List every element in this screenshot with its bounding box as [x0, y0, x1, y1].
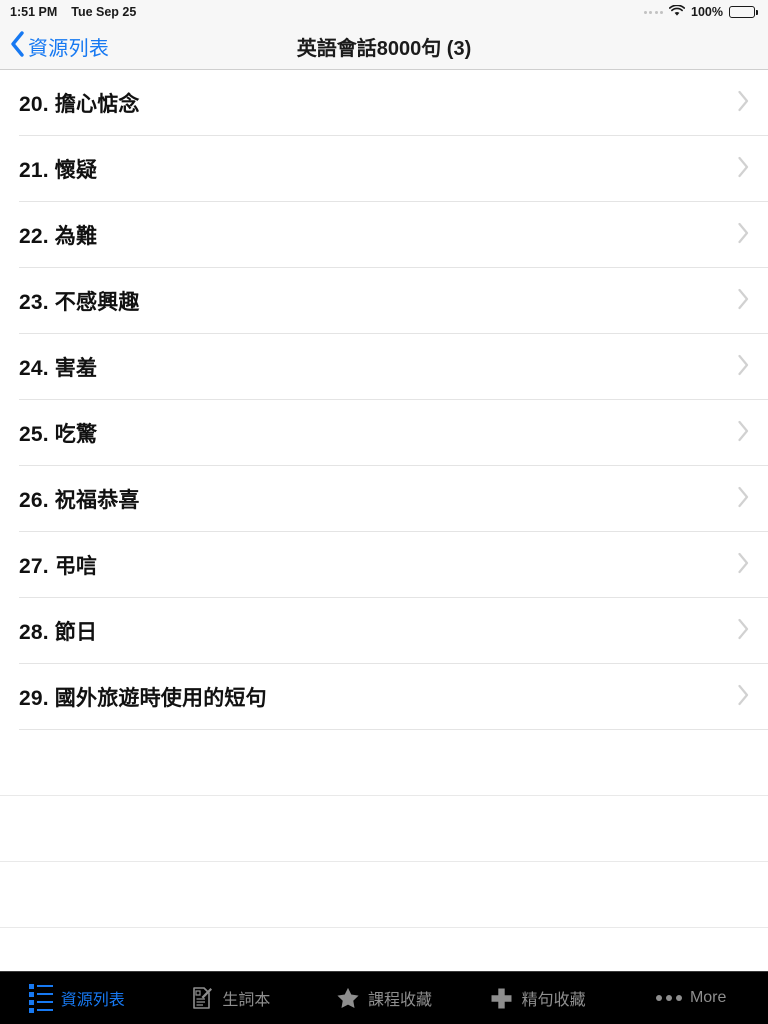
table-row-number: 20.: [19, 93, 49, 116]
empty-list-row: [0, 796, 768, 862]
table-row-number: 28.: [19, 621, 49, 644]
table-row-number: 25.: [19, 423, 49, 446]
table-row-label: 24. 害羞: [19, 352, 97, 382]
table-row[interactable]: 24. 害羞: [0, 334, 768, 400]
wifi-icon: [668, 3, 686, 20]
table-row-label: 26. 祝福恭喜: [19, 484, 140, 514]
empty-list-row: [0, 928, 768, 971]
status-bar-date: Tue Sep 25: [71, 5, 137, 19]
table-row-title: 擔心惦念: [54, 93, 140, 116]
tab-bar[interactable]: 資源列表 生詞本 課程收藏 精句收藏 More: [0, 971, 768, 1024]
back-button-label: 資源列表: [28, 38, 110, 60]
empty-rows-host: [0, 730, 768, 971]
table-row-title: 祝福恭喜: [54, 489, 140, 512]
table-row-label: 27. 弔唁: [19, 550, 97, 580]
tab-label: 課程收藏: [367, 992, 432, 1009]
table-row[interactable]: 25. 吃驚: [0, 400, 768, 466]
status-bar: 1:51 PM Tue Sep 25 100%: [0, 0, 768, 24]
table-row-title: 不感興趣: [54, 291, 140, 314]
table-row-label: 23. 不感興趣: [19, 286, 140, 316]
chevron-right-icon: [737, 156, 750, 183]
table-row-title: 節日: [54, 621, 98, 644]
status-bar-right: 100%: [643, 3, 758, 20]
table-row-title: 弔唁: [54, 555, 98, 578]
chevron-right-icon: [737, 90, 750, 117]
table-row[interactable]: 20. 擔心惦念: [0, 70, 768, 136]
table-row-number: 23.: [19, 291, 49, 314]
compose-document-icon: [190, 986, 214, 1010]
empty-list-row: [0, 862, 768, 928]
table-row[interactable]: 26. 祝福恭喜: [0, 466, 768, 532]
signal-dots-icon: [643, 10, 664, 14]
chevron-right-icon: [737, 552, 750, 579]
chevron-right-icon: [737, 354, 750, 381]
chevron-right-icon: [737, 618, 750, 645]
table-row-label: 22. 為難: [19, 220, 97, 250]
tab-plus-cross[interactable]: 精句收藏: [461, 972, 615, 1024]
table-row-label: 29. 國外旅遊時使用的短句: [19, 682, 267, 712]
lesson-list[interactable]: 20. 擔心惦念 21. 懷疑 22. 為難 23. 不感興趣 24. 害羞 25. 吃驚 26. 祝福恭…: [0, 70, 768, 971]
plus-cross-icon: [490, 986, 514, 1010]
tab-label: 生詞本: [222, 992, 271, 1009]
table-row-label: 21. 懷疑: [19, 154, 97, 184]
table-row-title: 為難: [54, 225, 98, 248]
table-row[interactable]: 21. 懷疑: [0, 136, 768, 202]
star-icon: [336, 986, 360, 1010]
tab-star[interactable]: 課程收藏: [307, 972, 461, 1024]
list-bullet-icon: [28, 983, 53, 1013]
table-row[interactable]: 28. 節日: [0, 598, 768, 664]
app-root: 1:51 PM Tue Sep 25 100% 資源列表 英語會話8000句 (…: [0, 0, 768, 1024]
tab-label: 資源列表: [60, 992, 125, 1009]
lesson-rows-host: 20. 擔心惦念 21. 懷疑 22. 為難 23. 不感興趣 24. 害羞 25. 吃驚 26. 祝福恭…: [0, 70, 768, 730]
status-bar-left: 1:51 PM Tue Sep 25: [10, 5, 136, 19]
table-row-title: 害羞: [54, 357, 98, 380]
chevron-right-icon: [737, 420, 750, 447]
status-bar-time: 1:51 PM: [10, 5, 58, 19]
tab-compose-document[interactable]: 生詞本: [154, 972, 308, 1024]
battery-full-icon: [729, 6, 758, 18]
table-row-label: 25. 吃驚: [19, 418, 97, 448]
navigation-bar: 資源列表 英語會話8000句 (3): [0, 24, 768, 70]
ellipsis-icon: [655, 995, 682, 1001]
table-row-label: 20. 擔心惦念: [19, 88, 140, 118]
empty-list-row: [0, 730, 768, 796]
chevron-left-icon: [10, 31, 25, 62]
table-row-title: 國外旅遊時使用的短句: [54, 687, 267, 710]
table-row-title: 吃驚: [54, 423, 98, 446]
tab-list-bullet[interactable]: 資源列表: [0, 972, 154, 1024]
chevron-right-icon: [737, 288, 750, 315]
table-row-number: 27.: [19, 555, 49, 578]
table-row[interactable]: 29. 國外旅遊時使用的短句: [0, 664, 768, 730]
table-row-number: 24.: [19, 357, 49, 380]
table-row-title: 懷疑: [54, 159, 98, 182]
table-row-number: 29.: [19, 687, 49, 710]
chevron-right-icon: [737, 486, 750, 513]
chevron-right-icon: [737, 684, 750, 711]
tab-label: 精句收藏: [521, 992, 586, 1009]
back-button[interactable]: 資源列表: [0, 31, 109, 62]
page-title: 英語會話8000句 (3): [296, 38, 472, 60]
chevron-right-icon: [737, 222, 750, 249]
table-row[interactable]: 27. 弔唁: [0, 532, 768, 598]
tab-label: More: [689, 989, 727, 1006]
table-row[interactable]: 22. 為難: [0, 202, 768, 268]
table-row-number: 22.: [19, 225, 49, 248]
tab-ellipsis[interactable]: More: [614, 972, 768, 1024]
table-row[interactable]: 23. 不感興趣: [0, 268, 768, 334]
table-row-label: 28. 節日: [19, 616, 97, 646]
battery-percent-label: 100%: [691, 5, 723, 19]
table-row-number: 26.: [19, 489, 49, 512]
table-row-number: 21.: [19, 159, 49, 182]
